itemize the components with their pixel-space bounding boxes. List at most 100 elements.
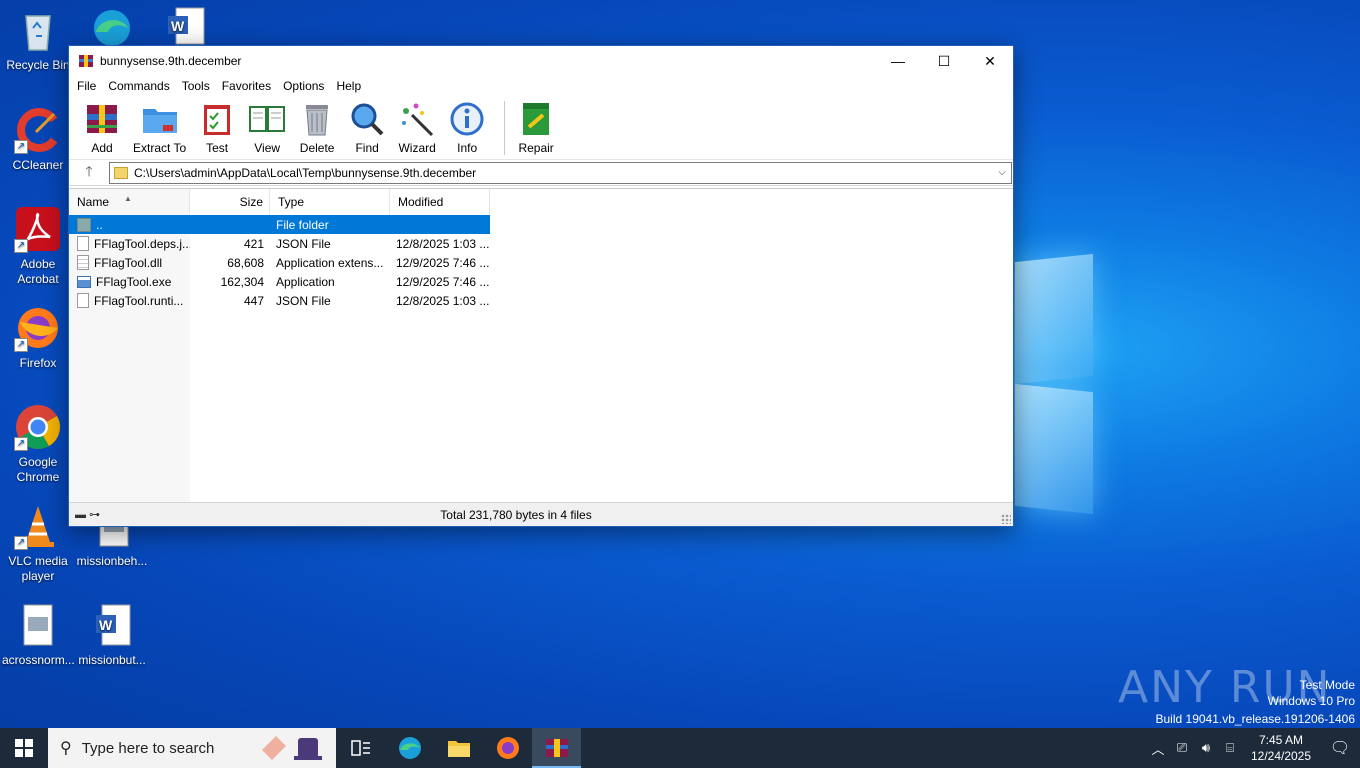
adobe-acrobat-icon: ↗ [14,205,62,253]
wizard-label: Wizard [398,141,436,155]
view-book-icon [248,101,286,137]
winrar-window: bunnysense.9th.december — ☐ ✕ File Comma… [68,45,1014,527]
json-file-icon [77,236,89,251]
vlc-cone-icon: ↗ [14,502,62,550]
view-button[interactable]: View [248,101,286,155]
column-header-modified[interactable]: Modified [390,189,490,215]
desktop-icon-acrossnorm[interactable]: acrossnorm... [0,601,76,668]
edge-icon [398,737,421,759]
shortcut-arrow-icon: ↗ [14,338,28,352]
column-header-size[interactable]: Size [190,189,270,215]
drive-key-icon[interactable]: ▬ ⊶ [69,508,189,521]
menu-help[interactable]: Help [330,79,367,93]
menu-file[interactable]: File [71,79,102,93]
clock-date: 12/24/2025 [1250,749,1312,763]
start-button[interactable] [0,728,48,768]
desktop-icon-adobe-acrobat[interactable]: ↗ Adobe Acrobat [0,205,76,287]
toolbar-separator [504,101,506,155]
column-header-name[interactable]: ▲ Name [69,189,190,215]
task-view-button[interactable] [336,728,385,768]
delete-label: Delete [299,141,335,155]
maximize-button[interactable]: ☐ [921,46,967,76]
taskbar-winrar[interactable] [532,728,581,768]
shortcut-arrow-icon: ↗ [14,536,28,550]
file-size: 421 [243,236,264,251]
ccleaner-icon: ↗ [14,106,62,154]
extract-to-button[interactable]: Extract To [133,101,186,155]
desktop-icon-label: Adobe Acrobat [17,257,59,286]
windows-start-icon [15,739,33,757]
meet-now-icon[interactable]: ⎚ [1170,740,1194,756]
desktop-icon-label: missionbeh... [76,554,148,568]
svg-text:W: W [99,617,113,633]
status-bar: ▬ ⊶ Total 231,780 bytes in 4 files [69,502,1013,526]
network-icon[interactable]: ⌸ [1218,740,1242,756]
firefox-icon [496,737,519,759]
json-file-icon [77,293,89,308]
close-button[interactable]: ✕ [967,46,1013,76]
file-row[interactable]: FFlagTool.exe 162,304 Application 12/9/2… [69,272,490,291]
desktop-icon-google-chrome[interactable]: ↗ Google Chrome [0,403,76,485]
chrome-icon: ↗ [14,403,62,451]
info-button[interactable]: Info [448,101,486,155]
menu-options[interactable]: Options [277,79,330,93]
repair-button[interactable]: Repair [517,101,555,155]
file-type: File folder [276,217,329,232]
desktop-icon-label: CCleaner [12,158,64,172]
dll-file-icon [77,255,89,270]
add-archive-icon [83,101,121,137]
desktop-icon-vlc[interactable]: ↗ VLC media player [0,502,76,584]
file-row-parent-folder[interactable]: .. File folder [69,215,490,234]
clock[interactable]: 7:45 AM 12/24/2025 [1242,732,1320,764]
volume-icon[interactable]: 🔊︎ [1194,740,1218,756]
desktop-icon-recycle-bin[interactable]: Recycle Bin [0,6,76,73]
menu-tools[interactable]: Tools [176,79,216,93]
list-header: ▲ Name Size Type Modified [69,189,490,215]
magnifier-icon [348,101,386,137]
chevron-down-icon[interactable]: ⌵ [993,167,1011,178]
desktop-icon-label: Google Chrome [16,455,60,484]
delete-button[interactable]: Delete [298,101,336,155]
address-bar: 🡑 C:\Users\admin\AppData\Local\Temp\bunn… [69,160,1013,186]
menu-bar: File Commands Tools Favorites Options He… [69,76,1013,96]
test-clipboard-icon [198,101,236,137]
wizard-button[interactable]: Wizard [398,101,436,155]
chevron-up-icon[interactable]: ︿ [1146,739,1170,758]
desktop-icon-ccleaner[interactable]: ↗ CCleaner [0,106,76,173]
test-label: Test [206,141,229,155]
taskbar-file-explorer[interactable] [434,728,483,768]
sort-up-icon: ▲ [124,194,132,203]
taskbar-firefox[interactable] [483,728,532,768]
title-bar[interactable]: bunnysense.9th.december — ☐ ✕ [69,46,1013,76]
column-header-type[interactable]: Type [270,189,390,215]
clock-time: 7:45 AM [1258,733,1304,747]
test-button[interactable]: Test [198,101,236,155]
notification-icon[interactable]: 🗨︎ [1320,738,1360,758]
minimize-button[interactable]: — [875,46,921,76]
file-row[interactable]: FFlagTool.deps.j... 421 JSON File 12/8/2… [69,234,490,253]
path-field[interactable]: C:\Users\admin\AppData\Local\Temp\bunnys… [109,161,1012,184]
add-button[interactable]: Add [83,101,121,155]
file-row[interactable]: FFlagTool.runti... 447 JSON File 12/8/20… [69,291,490,310]
desktop-icon-missionbut[interactable]: W missionbut... [74,601,150,668]
resize-grip[interactable] [1001,514,1011,524]
menu-commands[interactable]: Commands [102,79,175,93]
extract-folder-icon [141,101,179,137]
up-arrow-icon[interactable]: 🡑 [69,161,109,185]
search-box[interactable]: ⚲ Type here to search [48,728,336,768]
file-name: .. [96,217,103,232]
file-list[interactable]: ▲ Name Size Type Modified .. File folder… [69,188,1013,503]
file-row[interactable]: FFlagTool.dll 68,608 Application extens.… [69,253,490,272]
file-rows: .. File folder FFlagTool.deps.j... 421 J… [69,215,490,310]
info-label: Info [457,141,478,155]
find-button[interactable]: Find [348,101,386,155]
desktop-icon-firefox[interactable]: ↗ Firefox [0,304,76,371]
task-view-icon [350,740,370,756]
shortcut-arrow-icon: ↗ [14,239,28,253]
info-icon [448,101,486,137]
file-size: 68,608 [227,255,264,270]
taskbar-edge[interactable] [385,728,434,768]
menu-favorites[interactable]: Favorites [216,79,277,93]
file-explorer-icon [447,741,470,757]
search-placeholder: Type here to search [81,739,215,757]
